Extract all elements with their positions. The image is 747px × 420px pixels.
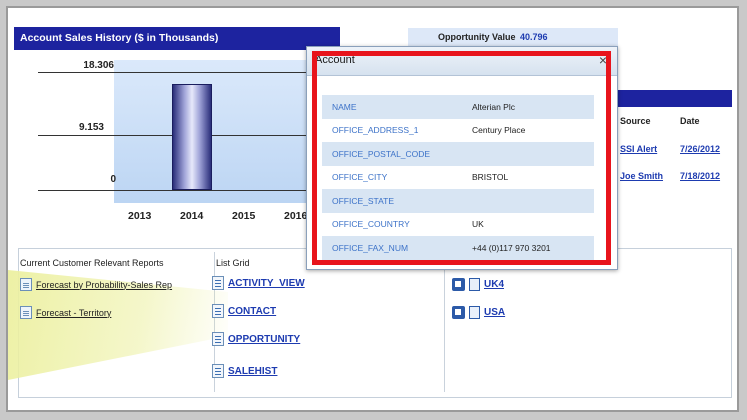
favorite-link-label: USA [484, 307, 506, 318]
favorite-button-icon [452, 306, 465, 319]
related-date-link[interactable]: 7/18/2012 [680, 171, 720, 181]
related-source-link[interactable]: SSI Alert [620, 144, 657, 154]
field-name: OFFICE_CITY [332, 172, 388, 183]
list-grid-link-label: CONTACT [228, 305, 277, 317]
report-icon [20, 278, 32, 291]
account-popup-title: Account [315, 54, 355, 66]
record-icon [469, 278, 480, 291]
list-grid-link-label: ACTIVITY_VIEW [228, 277, 305, 289]
list-grid-link-opportunity[interactable]: OPPORTUNITY [212, 332, 300, 346]
field-value: UK [472, 219, 484, 230]
report-icon [20, 306, 32, 319]
y-tick-label: 18.306 [83, 60, 114, 71]
account-field-row: NAME Alterian Plc [322, 95, 594, 119]
x-tick-label: 2016 [284, 210, 308, 222]
opportunity-label: Opportunity Value [438, 32, 516, 42]
report-link[interactable]: Forecast by Probability-Sales Rep [20, 278, 172, 291]
field-name: OFFICE_FAX_NUM [332, 242, 409, 253]
column-source: Source [620, 116, 651, 126]
field-value: +44 (0)117 970 3201 [472, 242, 551, 253]
x-tick-label: 2015 [232, 210, 256, 222]
panel-divider [444, 252, 445, 392]
account-field-row: OFFICE_COUNTRY UK [322, 212, 594, 236]
field-name: NAME [332, 101, 357, 112]
grid-icon [212, 276, 224, 290]
grid-icon [212, 304, 224, 318]
field-name: OFFICE_ADDRESS_1 [332, 125, 419, 136]
report-link[interactable]: Forecast - Territory [20, 306, 111, 319]
list-grid-link-label: SALEHIST [228, 365, 278, 377]
reports-panel-title: Current Customer Relevant Reports [20, 258, 164, 268]
list-grid-link-label: OPPORTUNITY [228, 333, 301, 345]
favorite-link-usa[interactable]: USA [452, 306, 505, 319]
account-field-row: OFFICE_CITY BRISTOL [322, 165, 594, 189]
related-source-link[interactable]: Joe Smith [620, 171, 663, 181]
column-date: Date [680, 116, 700, 126]
list-grid-title: List Grid [216, 258, 250, 268]
list-grid-link-contact[interactable]: CONTACT [212, 304, 276, 318]
gridline-zero [38, 190, 314, 191]
account-fields-table: NAME Alterian Plc OFFICE_ADDRESS_1 Centu… [322, 95, 594, 260]
opportunity-value: 40.796 [520, 32, 548, 42]
y-tick-label: 0 [110, 174, 116, 185]
field-value: BRISTOL [472, 172, 509, 183]
opportunity-value-box: Opportunity Value 40.796 [408, 28, 618, 46]
chart-bar-2014 [172, 83, 212, 190]
field-name: OFFICE_POSTAL_CODE [332, 148, 431, 159]
list-grid-link-activity-view[interactable]: ACTIVITY_VIEW [212, 276, 305, 290]
related-header-bar [608, 90, 732, 107]
report-link-label: Forecast by Probability-Sales Rep [36, 279, 173, 290]
sales-history-header: Account Sales History ($ in Thousands) [14, 27, 340, 50]
grid-icon [212, 332, 224, 346]
favorite-button-icon [452, 278, 465, 291]
list-grid-link-salehist[interactable]: SALEHIST [212, 364, 277, 378]
account-field-row: OFFICE_STATE [322, 189, 594, 213]
account-field-row: OFFICE_POSTAL_CODE [322, 142, 594, 166]
x-tick-label: 2014 [180, 210, 204, 222]
sales-chart: 18.306 9.153 0 2013 2014 2015 2016 [14, 50, 314, 225]
favorite-link-uk4[interactable]: UK4 [452, 278, 504, 291]
account-popup-header: Account × [307, 47, 617, 76]
report-link-label: Forecast - Territory [36, 307, 112, 318]
grid-icon [212, 364, 224, 378]
screenshot-frame: Account Sales History ($ in Thousands) 1… [6, 6, 739, 412]
record-icon [469, 306, 480, 319]
field-value: Century Place [472, 125, 526, 136]
field-name: OFFICE_STATE [332, 195, 395, 206]
account-field-row: OFFICE_ADDRESS_1 Century Place [322, 118, 594, 142]
chart-plot-background [114, 60, 314, 203]
y-tick-label: 9.153 [78, 122, 104, 133]
field-name: OFFICE_COUNTRY [332, 219, 410, 230]
field-value: Alterian Plc [472, 101, 515, 112]
close-icon[interactable]: × [599, 52, 607, 68]
favorite-link-label: UK4 [484, 279, 505, 290]
gridline-top [38, 72, 314, 73]
related-date-link[interactable]: 7/26/2012 [680, 144, 720, 154]
x-tick-label: 2013 [128, 210, 152, 222]
account-field-row: OFFICE_FAX_NUM +44 (0)117 970 3201 [322, 236, 594, 260]
